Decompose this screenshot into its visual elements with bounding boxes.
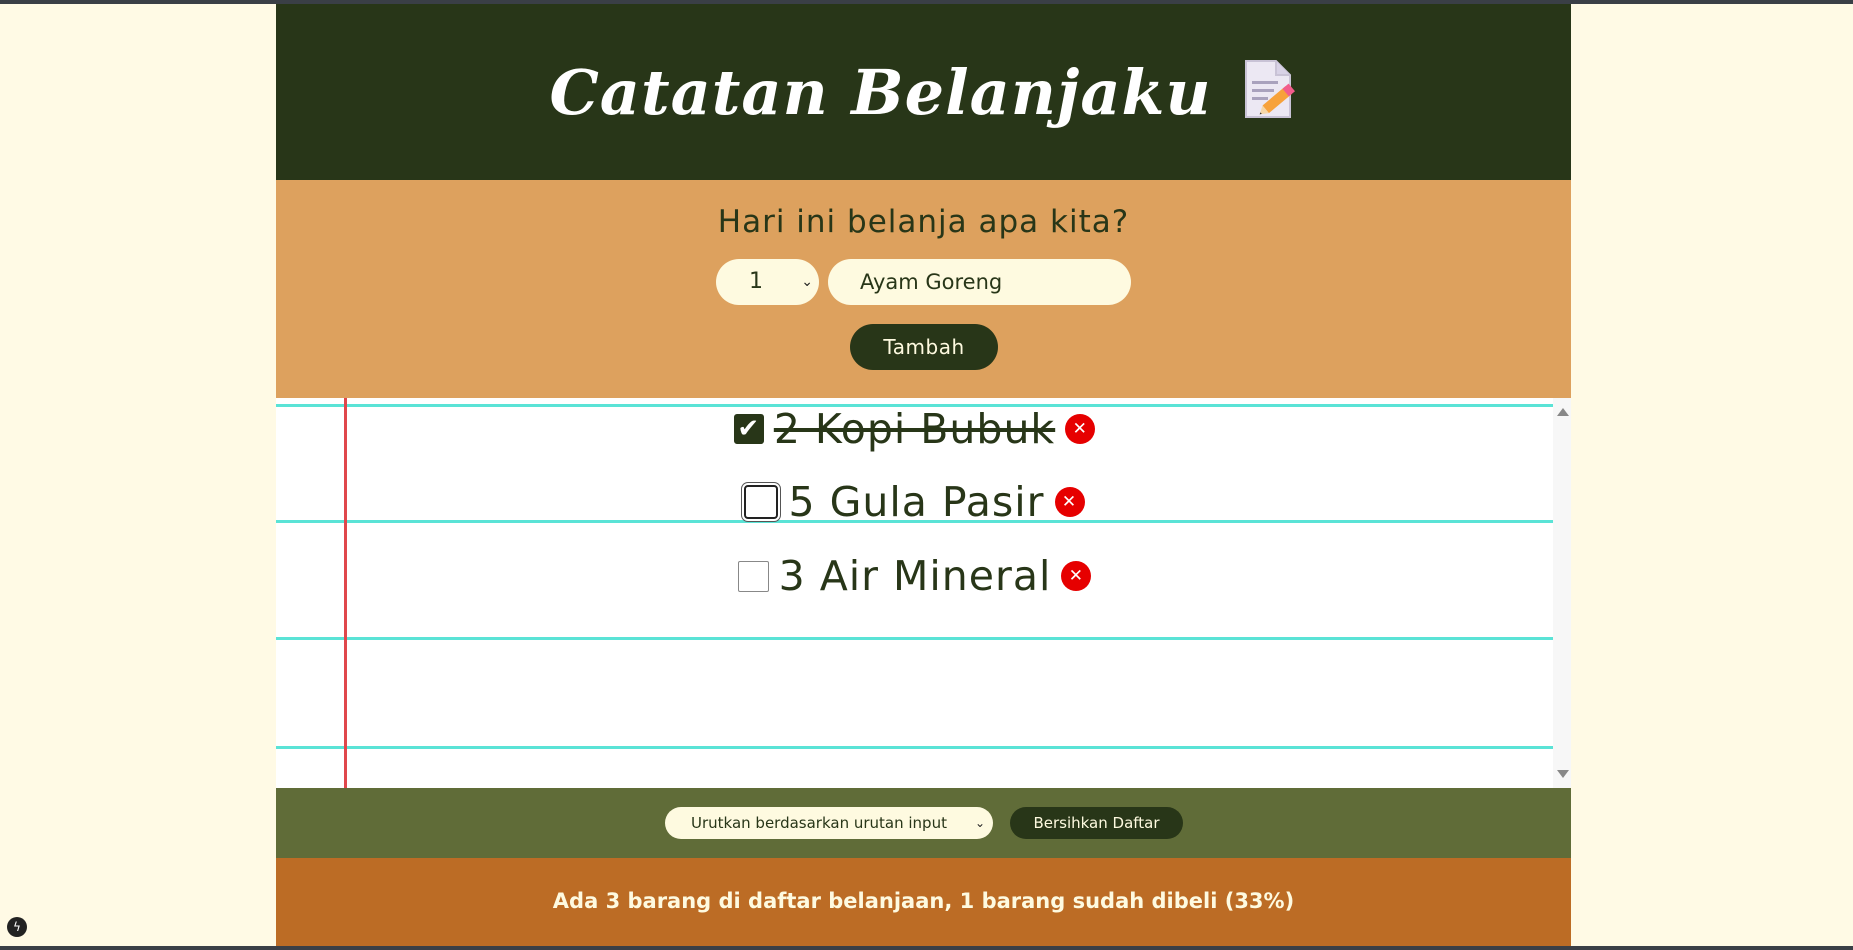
scroll-down-icon[interactable] (1557, 770, 1569, 778)
window-bottom-border (0, 946, 1853, 950)
list-actions: Urutkan berdasarkan urutan input ⌄ Bersi… (276, 788, 1571, 858)
chevron-down-icon: ⌄ (974, 816, 985, 830)
list-item: 3 Air Mineral ✕ (276, 552, 1553, 600)
sort-value: Urutkan berdasarkan urutan input (691, 814, 947, 832)
shopping-list: ✔ 2 Kopi Bubuk ✕ 5 Gula Pasir ✕ 3 Air Mi… (276, 398, 1571, 788)
item-checkbox[interactable]: ✔ (733, 414, 764, 444)
list-item: 5 Gula Pasir ✕ (276, 478, 1553, 526)
sort-select[interactable]: Urutkan berdasarkan urutan input ⌄ (665, 807, 993, 839)
quantity-select[interactable]: 1 ⌄ (716, 259, 819, 305)
delete-icon[interactable]: ✕ (1054, 487, 1085, 517)
delete-icon[interactable]: ✕ (1065, 414, 1096, 444)
list-item: ✔ 2 Kopi Bubuk ✕ (276, 405, 1553, 453)
add-button[interactable]: Tambah (850, 324, 998, 370)
memo-icon (1240, 59, 1298, 125)
quantity-value: 1 (749, 269, 763, 294)
scroll-up-icon[interactable] (1557, 408, 1569, 416)
delete-icon[interactable]: ✕ (1061, 561, 1092, 591)
add-item-form: Hari ini belanja apa kita? 1 ⌄ Ayam Gore… (276, 180, 1571, 398)
item-checkbox[interactable] (737, 560, 769, 592)
item-label: 3 Air Mineral (778, 552, 1052, 600)
item-label: 2 Kopi Bubuk (773, 405, 1056, 453)
notebook-rule-line (276, 637, 1553, 640)
stats-text: Ada 3 barang di daftar belanjaan, 1 bara… (552, 889, 1295, 913)
bolt-icon[interactable]: ϟ (7, 917, 27, 937)
notebook-rule-line (276, 746, 1553, 749)
stats-footer: Ada 3 barang di daftar belanjaan, 1 bara… (276, 858, 1571, 946)
item-label: 5 Gula Pasir (788, 478, 1045, 526)
app-title: Catatan Belanjaku (549, 55, 1212, 129)
item-checkbox[interactable] (744, 485, 779, 519)
chevron-down-icon: ⌄ (801, 274, 813, 290)
list-scrollbar[interactable] (1553, 398, 1571, 788)
item-name-input[interactable]: Ayam Goreng (828, 259, 1131, 305)
app-container: Catatan Belanjaku Hari ini belanja apa k… (276, 4, 1571, 946)
clear-list-button[interactable]: Bersihkan Daftar (1010, 807, 1183, 839)
form-question: Hari ini belanja apa kita? (717, 204, 1130, 240)
header: Catatan Belanjaku (276, 4, 1571, 180)
